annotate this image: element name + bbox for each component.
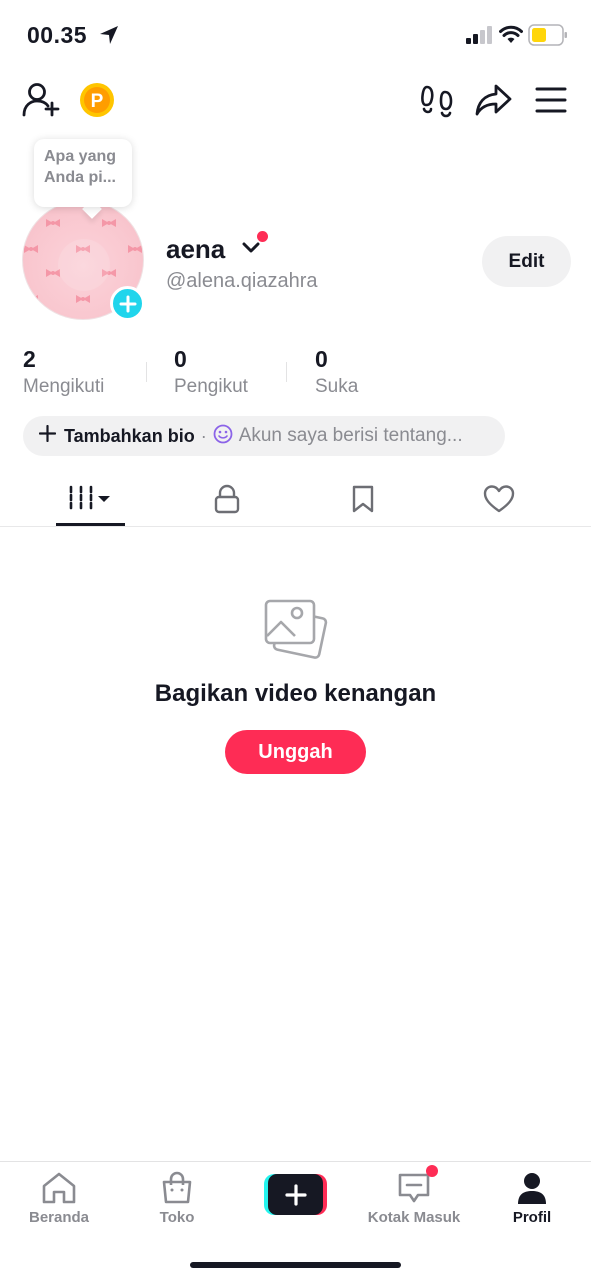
status-bar: 00.35 [0, 0, 591, 72]
stat-followers[interactable]: 0 Pengikut [174, 346, 248, 398]
inbox-notification-dot [426, 1165, 438, 1177]
stat-following[interactable]: 2 Mengikuti [23, 346, 104, 398]
add-bio-label: Tambahkan bio [64, 425, 195, 446]
add-friend-icon[interactable] [22, 82, 60, 118]
coins-icon[interactable]: P [79, 82, 115, 118]
stat-likes[interactable]: 0 Suka [315, 346, 358, 398]
menu-icon[interactable] [535, 86, 567, 114]
add-avatar-button[interactable] [110, 286, 145, 321]
photos-icon [263, 598, 329, 667]
top-bar: P [0, 78, 591, 124]
tooltip-line-1: Apa yang [44, 148, 117, 165]
tab-videos[interactable] [40, 470, 140, 527]
stat-label: Pengikut [174, 376, 248, 397]
plus-icon [38, 424, 57, 447]
location-arrow-icon [98, 24, 120, 51]
stat-value: 2 [23, 346, 36, 372]
nav-label: Kotak Masuk [367, 1209, 461, 1226]
nav-label: Profil [512, 1209, 552, 1226]
heart-icon [483, 484, 515, 512]
bio-separator: · [200, 425, 207, 446]
username: @alena.qiazahra [166, 270, 318, 292]
bio-hint: Akun saya berisi tentang... [238, 425, 463, 446]
cellular-signal-icon [466, 26, 492, 49]
empty-state-title: Bagikan video kenangan [154, 680, 437, 707]
bookmark-icon [352, 485, 374, 512]
lock-icon [214, 484, 240, 513]
stat-label: Suka [315, 376, 359, 397]
nav-inbox[interactable]: Kotak Masuk [355, 1162, 473, 1232]
share-icon[interactable] [475, 83, 513, 117]
inbox-icon [397, 1171, 431, 1205]
smiley-icon [213, 424, 233, 449]
add-bio-bar[interactable]: Tambahkan bio · Akun saya berisi tentang… [23, 416, 505, 456]
nav-profile[interactable]: Profil [473, 1162, 591, 1232]
display-name[interactable]: aena [166, 234, 225, 265]
shopping-bag-icon [161, 1171, 193, 1205]
notification-dot [257, 231, 268, 242]
stat-divider [146, 362, 147, 382]
upload-button[interactable]: Unggah [225, 730, 366, 774]
svg-text:P: P [91, 91, 104, 112]
wifi-icon [499, 25, 523, 50]
stat-divider [286, 362, 287, 382]
profile-icon [516, 1171, 548, 1205]
nav-shop[interactable]: Toko [118, 1162, 236, 1232]
chevron-down-icon[interactable] [241, 240, 261, 261]
status-time: 00.35 [27, 22, 88, 48]
nav-label: Beranda [28, 1209, 90, 1226]
tab-private[interactable] [177, 470, 277, 527]
home-indicator [190, 1262, 401, 1268]
tab-liked[interactable] [449, 470, 549, 527]
create-button[interactable] [264, 1174, 327, 1215]
grid-icon [69, 485, 110, 512]
tooltip-line-2: Anda pi... [44, 169, 116, 186]
stat-value: 0 [315, 346, 328, 372]
stat-label: Mengikuti [23, 376, 105, 397]
nav-home[interactable]: Beranda [0, 1162, 118, 1232]
home-icon [41, 1171, 77, 1205]
battery-icon [528, 24, 568, 51]
active-tab-indicator [56, 523, 125, 526]
edit-profile-button[interactable]: Edit [482, 236, 571, 287]
tab-saved[interactable] [313, 470, 413, 527]
nav-label: Toko [159, 1209, 195, 1226]
plus-icon [268, 1174, 323, 1215]
footprints-icon[interactable] [421, 84, 453, 118]
stat-value: 0 [174, 346, 187, 372]
status-tooltip[interactable]: Apa yang Anda pi... [34, 139, 132, 207]
profile-tabs [0, 470, 591, 527]
